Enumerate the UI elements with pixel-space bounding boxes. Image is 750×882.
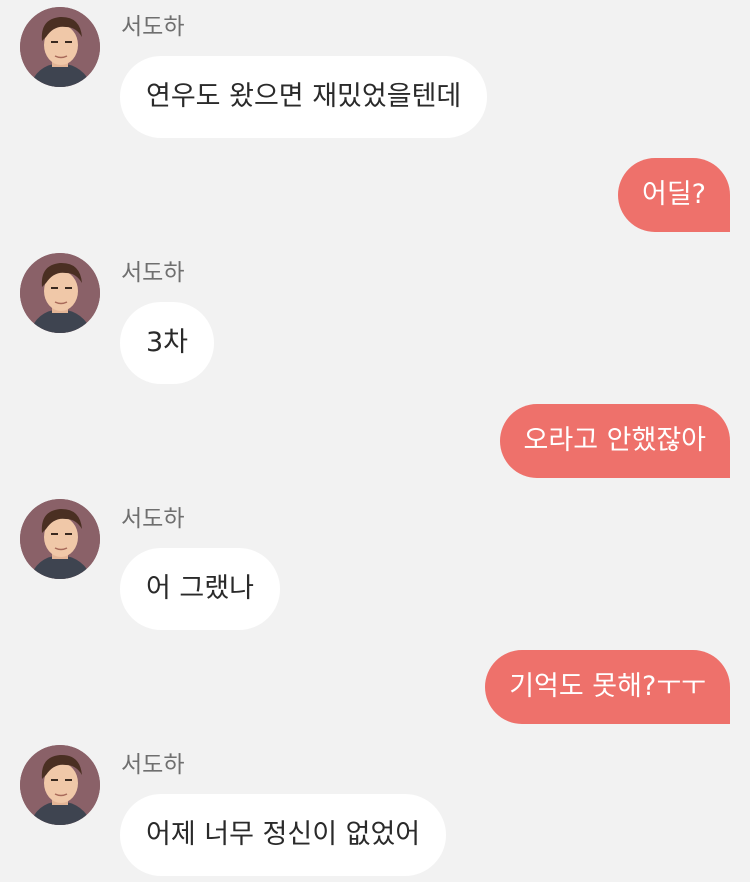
chat-transcript: 서도하 연우도 왔으면 재밌었을텐데 어딜? 서도하 3차 오라고 안했잖아 서…: [0, 0, 750, 882]
outgoing-message-bubble[interactable]: 기억도 못해?ㅜㅜ: [485, 650, 730, 724]
incoming-message-bubble[interactable]: 어제 너무 정신이 없었어: [120, 794, 447, 876]
person-avatar-icon: [20, 499, 100, 579]
person-avatar-icon: [20, 253, 100, 333]
sender-name: 서도하: [121, 260, 185, 286]
outgoing-message-bubble[interactable]: 어딜?: [617, 158, 730, 232]
sender-name: 서도하: [121, 14, 185, 40]
avatar[interactable]: [20, 499, 100, 579]
sender-name: 서도하: [121, 506, 185, 532]
avatar[interactable]: [20, 253, 100, 333]
person-avatar-icon: [20, 7, 100, 87]
incoming-message-bubble[interactable]: 어 그랬나: [120, 548, 280, 630]
incoming-message-bubble[interactable]: 3차: [120, 302, 215, 384]
sender-name: 서도하: [121, 752, 185, 778]
incoming-message-bubble[interactable]: 연우도 왔으면 재밌었을텐데: [120, 56, 488, 138]
avatar[interactable]: [20, 745, 100, 825]
outgoing-message-bubble[interactable]: 오라고 안했잖아: [499, 404, 730, 478]
person-avatar-icon: [20, 745, 100, 825]
avatar[interactable]: [20, 7, 100, 87]
